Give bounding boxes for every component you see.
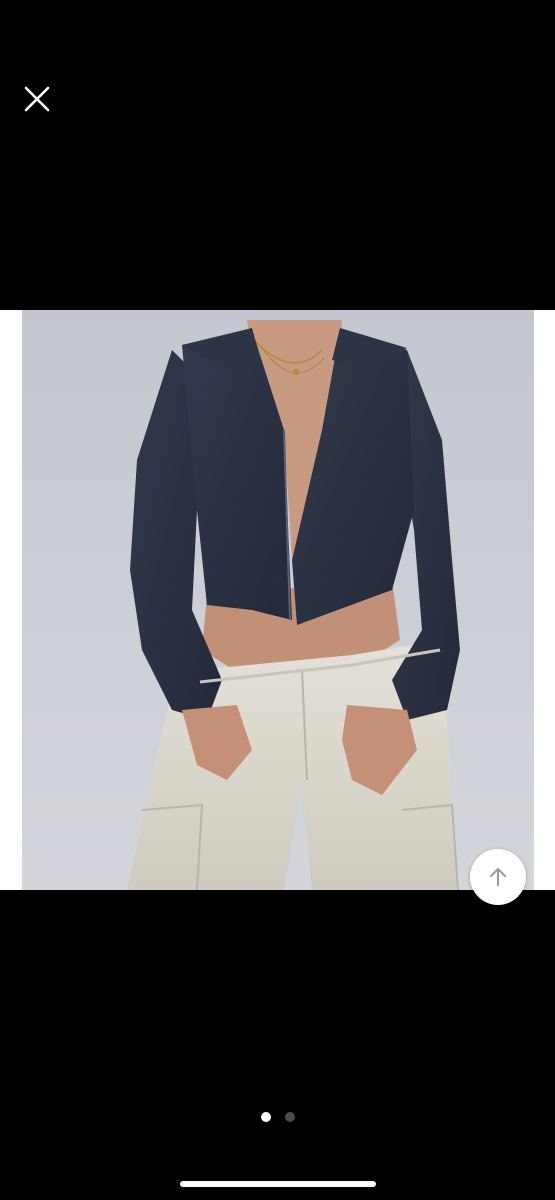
home-indicator[interactable]: [180, 1181, 376, 1187]
image-pager: [0, 1112, 555, 1122]
scroll-to-top-button[interactable]: [470, 849, 526, 905]
pager-dot-1[interactable]: [260, 1112, 271, 1122]
product-photo[interactable]: [22, 310, 534, 890]
close-button[interactable]: [18, 80, 56, 118]
photo-frame: [0, 310, 555, 890]
pager-dot-2[interactable]: [284, 1112, 295, 1122]
arrow-up-icon: [490, 868, 506, 886]
image-viewer: [0, 0, 555, 1200]
product-photo-illustration: [22, 310, 534, 890]
close-icon: [24, 86, 50, 112]
